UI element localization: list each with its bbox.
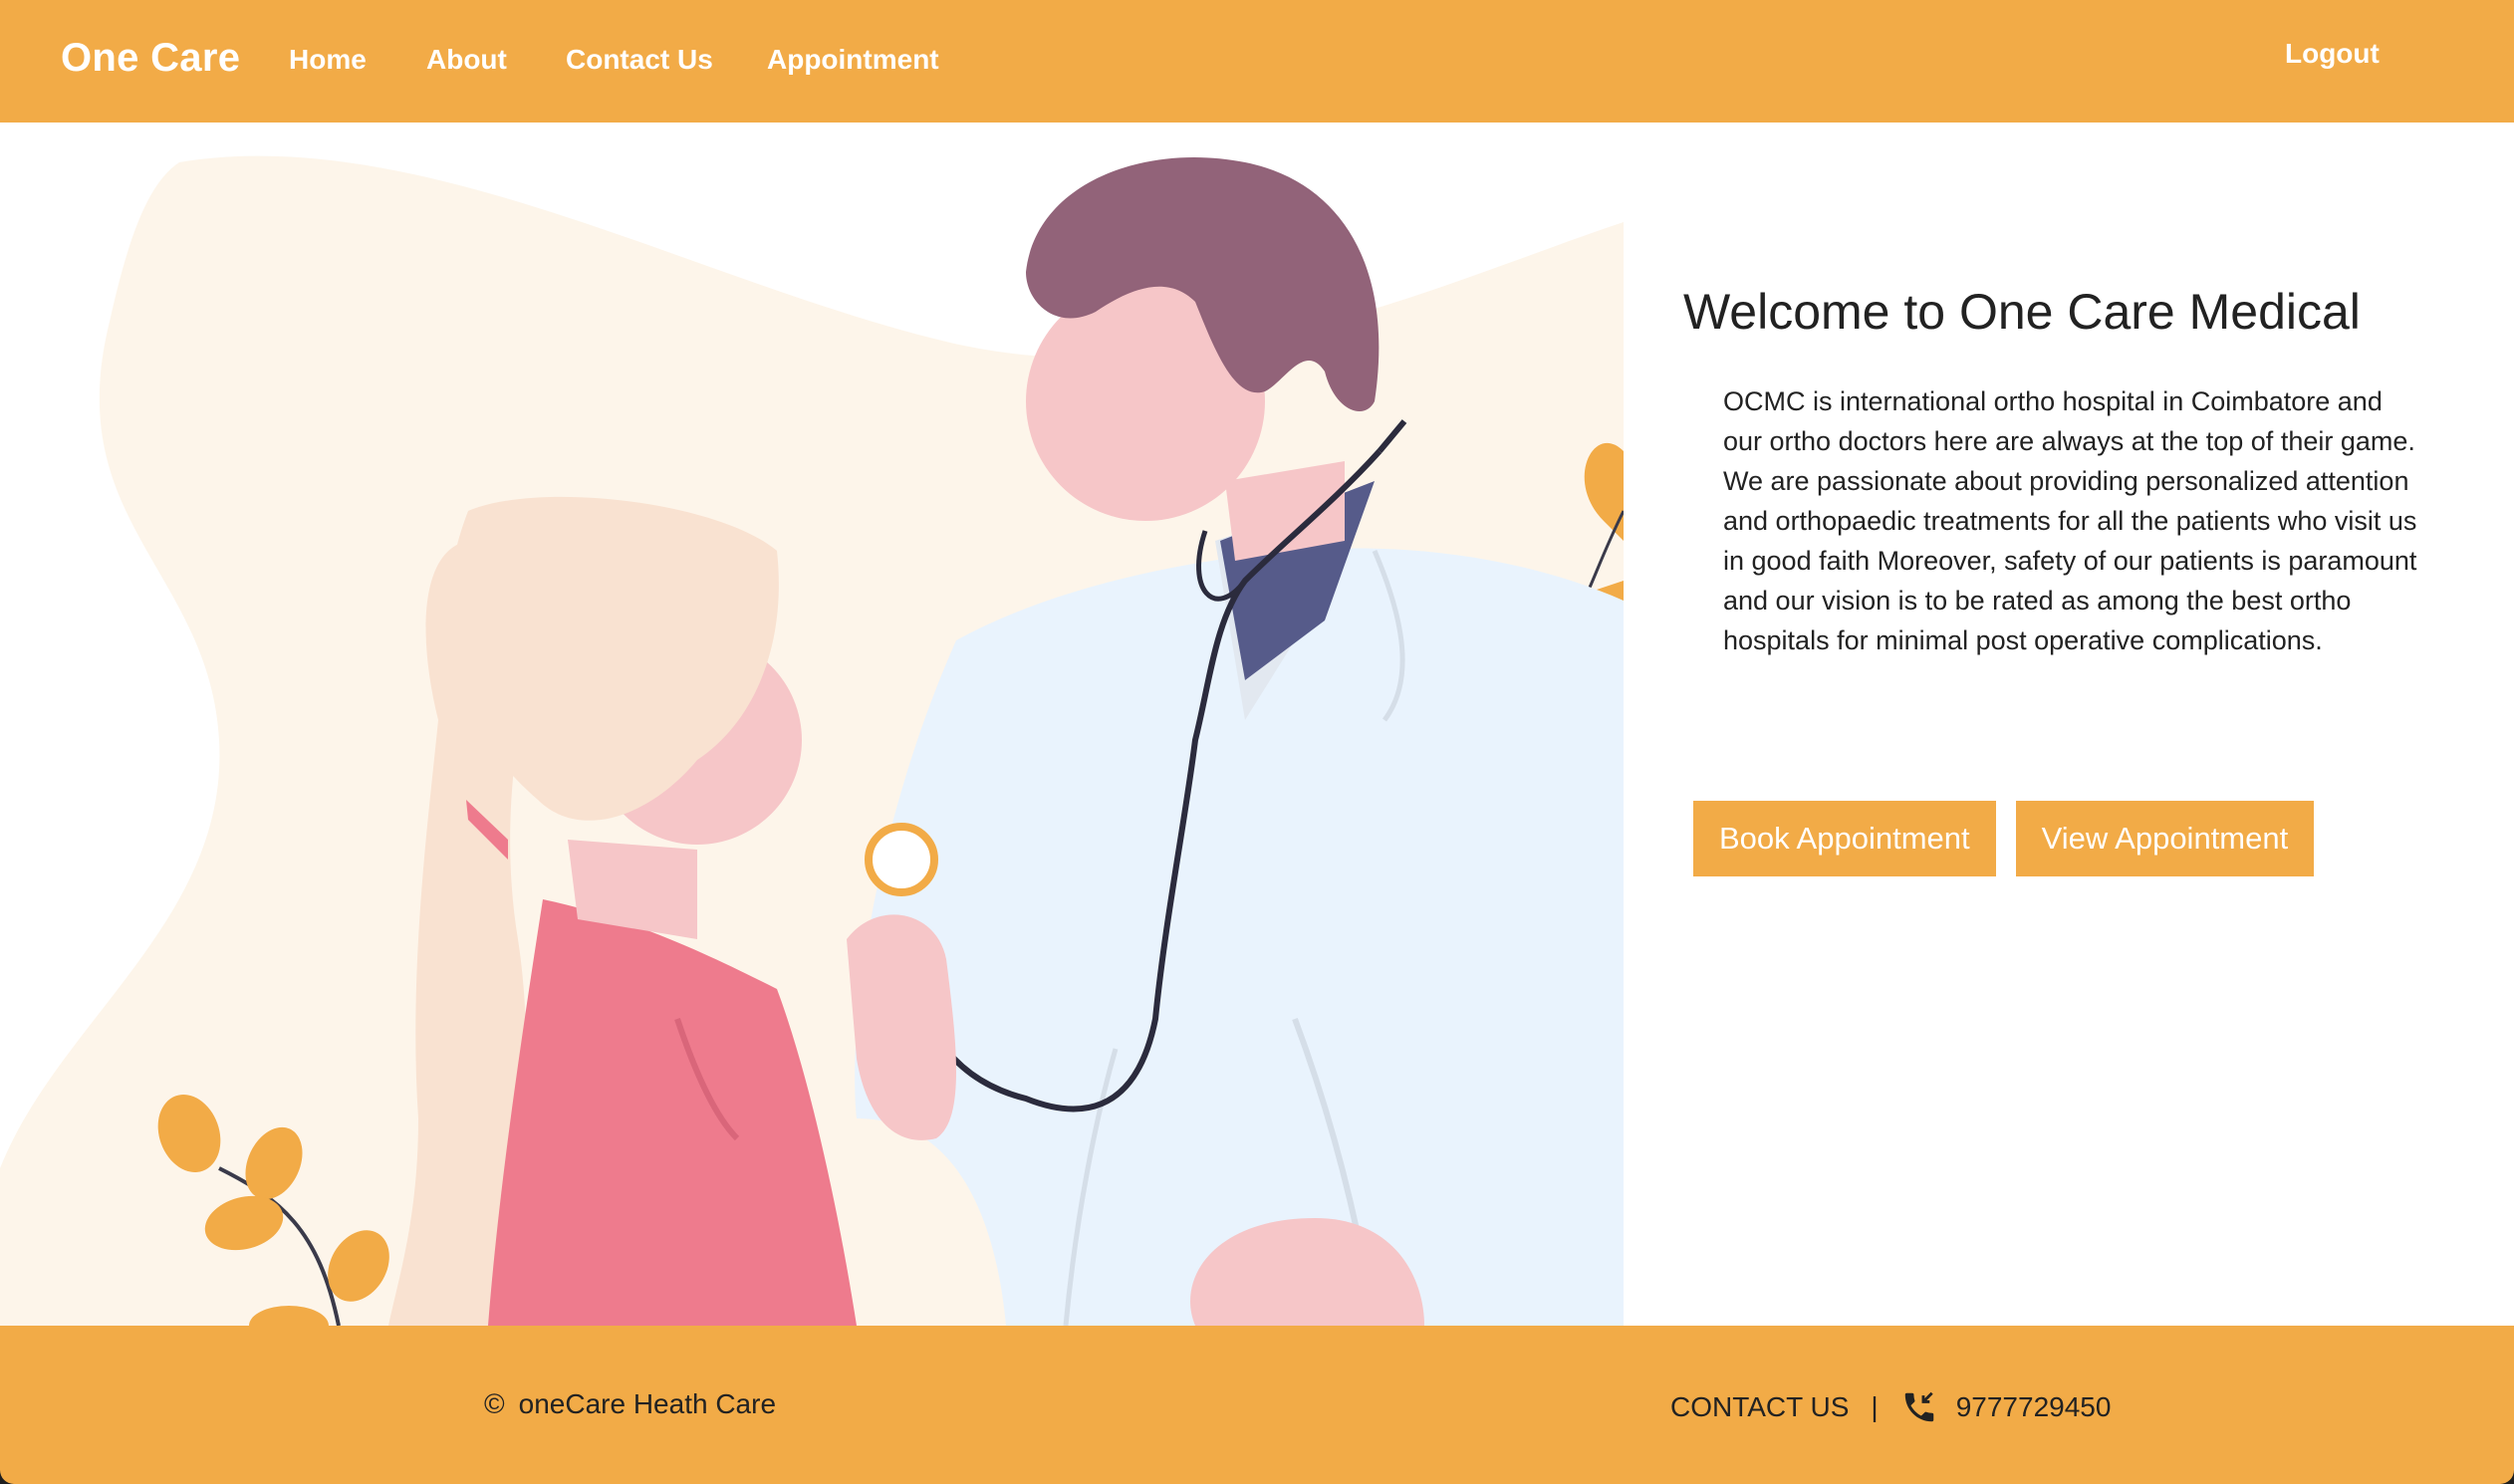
- hospital-description: OCMC is international ortho hospital in …: [1723, 386, 2417, 655]
- doctor-patient-illustration: [0, 155, 1624, 1326]
- contact-separator: |: [1871, 1391, 1879, 1422]
- site-footer: © oneCare Heath Care CONTACT US | 977772…: [0, 1326, 2514, 1484]
- nav-link-home[interactable]: Home: [289, 44, 367, 76]
- welcome-heading: Welcome to One Care Medical: [1683, 284, 2361, 340]
- logout-link[interactable]: Logout: [2285, 38, 2380, 70]
- copyright: © oneCare Heath Care: [484, 1388, 776, 1420]
- welcome-content: Welcome to One Care Medical OCMC is inte…: [1683, 282, 2440, 660]
- hero-section: Welcome to One Care Medical OCMC is inte…: [0, 123, 2514, 1326]
- view-appointment-button[interactable]: View Appointment: [2015, 801, 2315, 876]
- nav-link-contact-us[interactable]: Contact Us: [566, 44, 713, 76]
- copyright-text: oneCare Heath Care: [518, 1388, 777, 1419]
- nav-link-about[interactable]: About: [426, 44, 507, 76]
- phone-number[interactable]: 9777729450: [1956, 1391, 2112, 1423]
- nav-link-appointment[interactable]: Appointment: [767, 44, 939, 76]
- copyright-symbol: ©: [484, 1388, 505, 1419]
- brand-logo[interactable]: One Care: [61, 36, 240, 81]
- contact-us-label[interactable]: CONTACT US: [1670, 1391, 1849, 1423]
- top-navbar: One Care Home About Contact Us Appointme…: [0, 0, 2514, 123]
- footer-contact: CONTACT US | 9777729450: [1670, 1388, 2111, 1426]
- appointment-buttons: Book Appointment View Appointment: [1693, 801, 2315, 876]
- book-appointment-button[interactable]: Book Appointment: [1693, 801, 1996, 876]
- phone-incoming-icon: [1904, 1391, 1933, 1422]
